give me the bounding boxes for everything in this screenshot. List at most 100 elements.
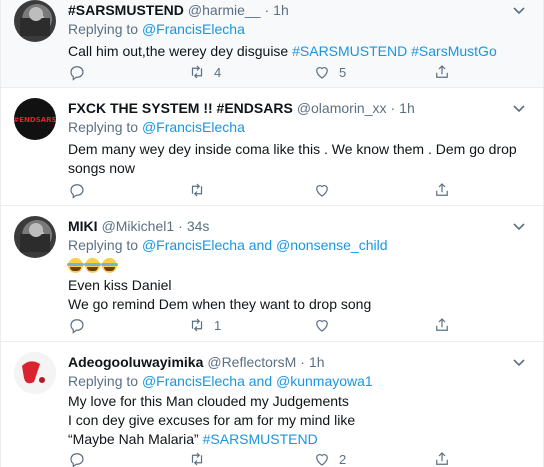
retweet-button[interactable]: 4 — [188, 63, 221, 81]
user-handle[interactable]: @harmie__ — [188, 2, 261, 18]
display-name[interactable]: #SARSMUSTEND — [68, 2, 184, 18]
reply-icon — [70, 184, 84, 199]
reply-icon — [70, 66, 84, 81]
mention-link[interactable]: @FrancisElecha — [142, 119, 245, 135]
avatar[interactable] — [14, 0, 56, 42]
retweet-button[interactable] — [188, 181, 214, 199]
replying-and: and — [244, 373, 276, 389]
tweet-text: My love for this Man clouded my Judgemen… — [68, 392, 529, 449]
display-name[interactable]: MIKI — [68, 218, 98, 234]
timestamp[interactable]: 1h — [399, 100, 415, 116]
share-icon — [436, 318, 448, 331]
mention-link[interactable]: @nonsense_child — [276, 237, 388, 253]
replying-to: Replying to @FrancisElecha — [68, 20, 529, 39]
chevron-down-icon[interactable] — [509, 0, 529, 20]
share-button[interactable] — [433, 450, 451, 467]
tweet-header: #SARSMUSTEND @harmie__ · 1h — [68, 0, 529, 20]
tweet-text-line: Dem many wey dey inside coma like this .… — [68, 141, 517, 157]
face-with-tears-of-joy-icon — [67, 258, 84, 273]
separator-dot: · — [178, 218, 183, 234]
like-count: 5 — [339, 64, 347, 80]
chevron-down-icon[interactable] — [509, 98, 529, 118]
replying-label: Replying to — [68, 237, 142, 253]
tweet-header: FXCK THE SYSTEM !! #ENDSARS @olamorin_xx… — [68, 98, 529, 118]
retweet-button[interactable] — [188, 450, 214, 467]
reply-button[interactable] — [68, 316, 86, 334]
replying-to: Replying to @FrancisElecha — [68, 118, 529, 137]
tweet-text-plain: Call him out,the werey dey disguise — [68, 43, 293, 59]
emoji-row — [67, 257, 529, 276]
tweet-text-line: I con dey give excuses for am for my min… — [68, 412, 356, 428]
tweet-text: Dem many wey dey inside coma like this .… — [68, 140, 529, 178]
retweet-count: 1 — [214, 317, 222, 333]
avatar[interactable] — [14, 216, 56, 258]
reply-button[interactable] — [68, 63, 86, 81]
tweet-text: Call him out,the werey dey disguise #SAR… — [68, 42, 529, 61]
tweet-text-line: “Maybe Nah Malaria” #SARSMUSTEND — [68, 430, 529, 449]
reply-button[interactable] — [68, 450, 86, 467]
face-with-tears-of-joy-icon — [101, 258, 118, 273]
user-handle[interactable]: @Mikichel1 — [102, 218, 175, 234]
share-icon — [436, 452, 448, 465]
retweet-count: 4 — [214, 64, 222, 80]
replying-label: Replying to — [68, 21, 142, 37]
reply-icon — [70, 453, 84, 467]
user-handle[interactable]: @olamorin_xx — [297, 100, 387, 116]
reply-icon — [70, 319, 84, 334]
replying-label: Replying to — [68, 373, 142, 389]
chevron-down-icon[interactable] — [509, 352, 529, 372]
share-icon — [436, 65, 448, 78]
tweet-text: Even kiss Daniel We go remind Dem when t… — [67, 257, 529, 314]
retweet-icon — [191, 65, 203, 79]
like-button[interactable]: 2 — [313, 450, 346, 467]
reply-button[interactable] — [68, 181, 86, 199]
share-button[interactable] — [433, 316, 451, 334]
tweet-item[interactable]: #ENDSARS FXCK THE SYSTEM !! #ENDSARS @ol… — [1, 88, 543, 206]
hashtag-link[interactable]: #SarsMustGo — [407, 43, 497, 59]
avatar[interactable]: #ENDSARS — [14, 98, 56, 140]
heart-icon — [316, 185, 328, 197]
tweet-item[interactable]: #SARSMUSTEND @harmie__ · 1h Replying to … — [1, 0, 543, 88]
like-button[interactable]: 5 — [313, 63, 346, 81]
heart-icon — [316, 320, 328, 332]
heart-icon — [316, 67, 328, 79]
display-name[interactable]: FXCK THE SYSTEM !! #ENDSARS — [68, 100, 293, 116]
tweet-text-line: My love for this Man clouded my Judgemen… — [68, 393, 349, 409]
chevron-down-icon[interactable] — [509, 216, 529, 236]
separator-dot: · — [390, 100, 396, 116]
display-name[interactable]: Adeogooluwayimika — [68, 354, 203, 370]
share-button[interactable] — [433, 63, 451, 81]
timestamp[interactable]: 34s — [187, 218, 210, 234]
tweet-header: Adeogooluwayimika @ReflectorsM · 1h — [68, 352, 529, 372]
timestamp[interactable]: 1h — [309, 354, 325, 370]
tweet-text-line: Even kiss Daniel — [68, 277, 172, 293]
share-button[interactable] — [433, 181, 451, 199]
separator-dot: · — [264, 2, 270, 18]
hashtag-link[interactable]: #SARSMUSTEND — [203, 431, 318, 447]
retweet-icon — [191, 183, 203, 197]
replying-to: Replying to @FrancisElecha and @kunmayow… — [68, 372, 529, 391]
user-handle[interactable]: @ReflectorsM — [207, 354, 296, 370]
hashtag-link[interactable]: #SARSMUSTEND — [292, 43, 407, 59]
mention-link[interactable]: @FrancisElecha — [142, 373, 245, 389]
face-with-tears-of-joy-icon — [84, 258, 101, 273]
heart-icon — [316, 454, 328, 466]
tweet-item[interactable]: MIKI @Mikichel1 · 34s Replying to @Franc… — [1, 206, 543, 342]
tweet-item[interactable]: Adeogooluwayimika @ReflectorsM · 1h Repl… — [1, 342, 543, 467]
retweet-icon — [191, 452, 203, 466]
avatar[interactable] — [14, 352, 56, 394]
like-count: 2 — [339, 451, 347, 467]
mention-link[interactable]: @kunmayowa1 — [276, 373, 373, 389]
replying-to: Replying to @FrancisElecha and @nonsense… — [68, 236, 529, 255]
like-button[interactable] — [313, 181, 339, 199]
mention-link[interactable]: @FrancisElecha — [142, 21, 245, 37]
retweet-button[interactable]: 1 — [188, 316, 221, 334]
mention-link[interactable]: @FrancisElecha — [142, 237, 245, 253]
tweet-header: MIKI @Mikichel1 · 34s — [68, 216, 529, 236]
tweet-text-line: songs now — [68, 160, 135, 176]
tweet-text-plain: “Maybe Nah Malaria” — [68, 431, 203, 447]
share-icon — [436, 183, 448, 196]
timestamp[interactable]: 1h — [273, 2, 289, 18]
avatar-text: #ENDSARS — [14, 116, 56, 124]
like-button[interactable] — [313, 316, 339, 334]
